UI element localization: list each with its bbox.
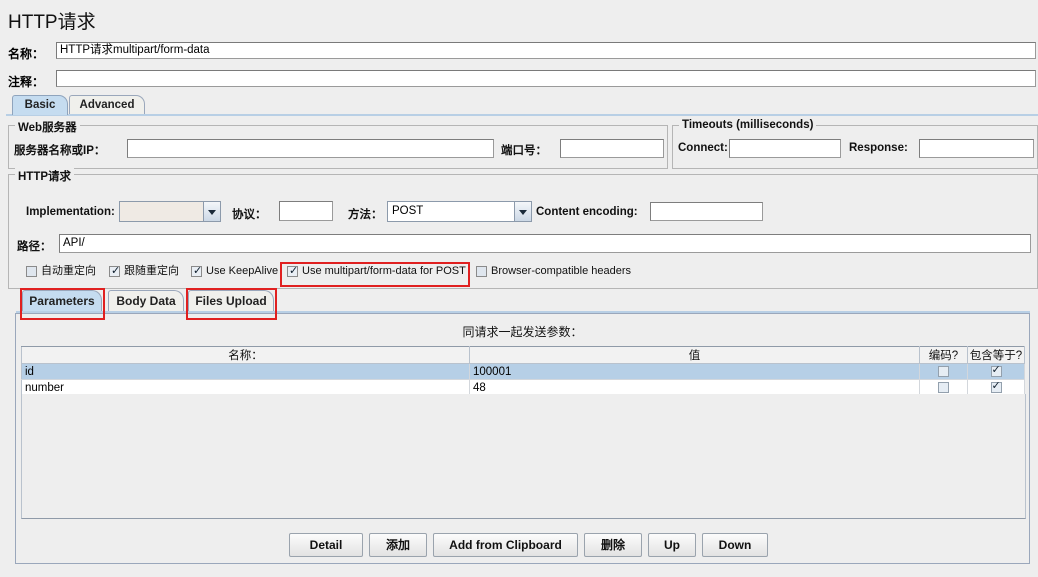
server-name-label: 服务器名称或IP： (14, 145, 106, 157)
timeouts-group-title: Timeouts (milliseconds) (679, 119, 817, 131)
implementation-combo[interactable] (119, 201, 221, 222)
method-label: 方法： (348, 209, 383, 221)
add-from-clipboard-button[interactable]: Add from Clipboard (433, 533, 578, 557)
chevron-down-icon[interactable] (203, 202, 220, 221)
column-header-include-equals[interactable]: 包含等于? (967, 346, 1025, 364)
table-header-row: 名称： 值 编码? 包含等于? (21, 346, 1025, 364)
checkbox-box: ✓ (191, 265, 203, 277)
checkbox-box: ✓ (109, 265, 121, 277)
table-empty-area (21, 394, 1026, 519)
check-icon: ✓ (289, 265, 299, 277)
checkbox-label: Use multipart/form-data for POST (302, 265, 466, 277)
content-encoding-label: Content encoding: (536, 206, 638, 218)
protocol-label: 协议： (232, 209, 267, 221)
tabstrip-underline (6, 114, 1038, 116)
page-title: HTTP请求 (8, 12, 96, 33)
check-icon: ✓ (193, 265, 203, 277)
parameters-panel: 同请求一起发送参数： 名称： 值 编码? 包含等于? id 100001 ✓ n… (15, 313, 1030, 564)
response-timeout-input[interactable] (919, 139, 1034, 158)
name-label: 名称： (8, 47, 45, 61)
checkbox-label: 跟随重定向 (124, 265, 179, 277)
cell-encode[interactable] (919, 363, 968, 380)
comment-label: 注释： (8, 75, 45, 89)
window-titlebar: HTTP请求 (0, 0, 1038, 36)
comment-input[interactable] (56, 70, 1036, 87)
column-header-encode[interactable]: 编码? (919, 346, 968, 364)
checkbox-box[interactable] (938, 365, 949, 377)
cell-value[interactable]: 100001 (469, 363, 920, 380)
connect-timeout-input[interactable] (729, 139, 841, 158)
checkbox-label: Use KeepAlive (206, 265, 279, 277)
add-button[interactable]: 添加 (369, 533, 427, 557)
up-button[interactable]: Up (648, 533, 696, 557)
path-input[interactable]: API/ (59, 234, 1031, 253)
method-combo-value: POST (392, 205, 424, 217)
web-server-group-title: Web服务器 (15, 119, 80, 135)
tab-parameters[interactable]: Parameters (22, 290, 102, 312)
timeouts-group: Timeouts (milliseconds) Connect: Respons… (672, 119, 1038, 169)
comment-row: 注释： (0, 70, 1038, 91)
http-request-group-title: HTTP请求 (15, 168, 75, 184)
checkbox-label: 自动重定向 (41, 265, 96, 277)
chevron-down-icon[interactable] (514, 202, 531, 221)
protocol-input[interactable] (279, 201, 333, 221)
tab-basic[interactable]: Basic (12, 95, 68, 115)
response-timeout-label: Response: (849, 142, 908, 154)
parameters-table[interactable]: 名称： 值 编码? 包含等于? id 100001 ✓ number 48 ✓ (21, 346, 1025, 396)
port-label: 端口号： (501, 145, 547, 157)
column-header-name[interactable]: 名称： (21, 346, 470, 364)
content-encoding-input[interactable] (650, 202, 763, 221)
detail-button[interactable]: Detail (289, 533, 363, 557)
checkbox-box: ✓ (287, 265, 299, 277)
web-server-group: Web服务器 服务器名称或IP： 端口号： (8, 119, 668, 169)
checkbox-box[interactable]: ✓ (990, 363, 1002, 377)
server-name-input[interactable] (127, 139, 494, 158)
name-input[interactable]: HTTP请求multipart/form-data (56, 42, 1036, 59)
checkbox-label: Browser-compatible headers (491, 265, 632, 277)
cell-include-equals[interactable]: ✓ (967, 363, 1025, 380)
http-request-group: HTTP请求 Implementation: 协议： 方法： POST Cont… (8, 168, 1038, 289)
implementation-label: Implementation: (26, 206, 115, 218)
name-row: 名称： HTTP请求multipart/form-data (0, 42, 1038, 63)
table-caption: 同请求一起发送参数： (462, 325, 583, 339)
tab-body-data[interactable]: Body Data (108, 290, 184, 312)
check-icon: ✓ (991, 363, 1001, 376)
checkbox-box (476, 266, 487, 277)
main-tabstrip: Basic Advanced (6, 93, 1038, 116)
down-button[interactable]: Down (702, 533, 768, 557)
http-request-window: HTTP请求 名称： HTTP请求multipart/form-data 注释：… (0, 0, 1038, 577)
tab-advanced[interactable]: Advanced (69, 95, 145, 115)
port-input[interactable] (560, 139, 664, 158)
table-row[interactable]: id 100001 ✓ (21, 363, 1025, 380)
check-icon: ✓ (111, 265, 121, 277)
path-label: 路径： (17, 241, 52, 253)
cell-name[interactable]: id (21, 363, 470, 380)
checkbox-box (26, 266, 37, 277)
checkbox-box[interactable]: ✓ (990, 379, 1002, 393)
column-header-value[interactable]: 值 (469, 346, 920, 364)
check-icon: ✓ (991, 379, 1001, 392)
method-combo[interactable]: POST (387, 201, 532, 222)
checkbox-box[interactable] (938, 381, 949, 393)
delete-button[interactable]: 删除 (584, 533, 642, 557)
connect-timeout-label: Connect: (678, 142, 728, 154)
tab-files-upload[interactable]: Files Upload (188, 290, 274, 312)
